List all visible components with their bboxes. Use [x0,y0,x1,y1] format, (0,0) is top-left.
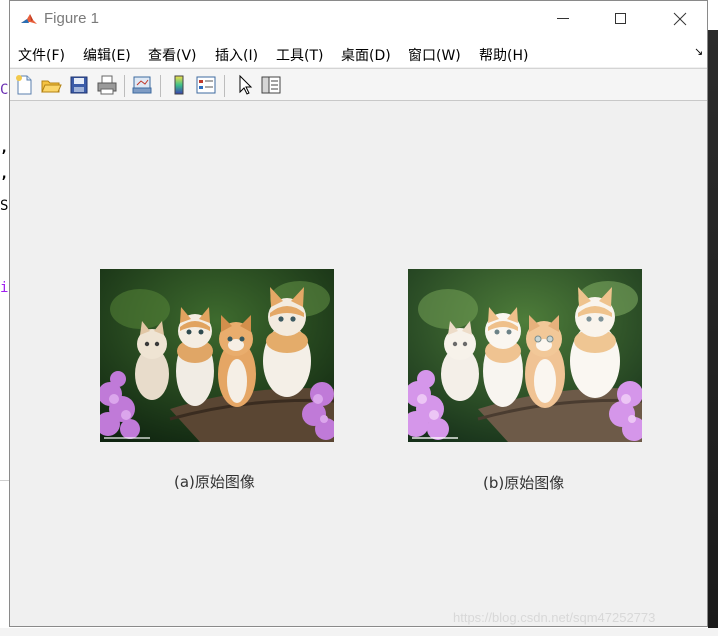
open-file-icon[interactable] [40,74,62,96]
insert-colorbar-icon[interactable] [168,74,190,96]
new-figure-icon[interactable] [13,74,35,96]
toolbar-separator [160,75,161,97]
figure-window: Figure 1 文件(F) 编辑(E) 查看(V) 插入(I) 工具(T) 桌… [9,0,708,627]
close-button[interactable] [668,7,692,31]
kittens-image [100,269,334,442]
window-title: Figure 1 [44,10,100,27]
toolbar-separator [124,75,125,97]
toolbar-separator [224,75,225,97]
title-bar[interactable]: Figure 1 [10,1,707,39]
kittens-image [408,269,642,442]
background-app-strip [708,0,718,636]
property-inspector-icon[interactable] [260,74,282,96]
close-icon [673,12,687,26]
bg-fragment: , [0,140,9,156]
subplot-caption-b: (b)原始图像 [483,474,565,492]
menu-desktop[interactable]: 桌面(D) [341,45,391,65]
bg-fragment: S [0,198,9,214]
insert-legend-icon[interactable] [195,74,217,96]
menu-file[interactable]: 文件(F) [18,45,65,65]
menu-window[interactable]: 窗口(W) [408,45,461,65]
menu-insert[interactable]: 插入(I) [215,45,258,65]
dock-arrow-icon[interactable]: ↘ [694,45,703,58]
subplot-image-processed[interactable] [408,269,642,442]
background-bottom [0,628,718,636]
save-icon[interactable] [68,74,90,96]
menu-bar: 文件(F) 编辑(E) 查看(V) 插入(I) 工具(T) 桌面(D) 窗口(W… [10,39,707,67]
pointer-icon[interactable] [234,74,256,96]
menu-view[interactable]: 查看(V) [148,45,197,65]
matlab-logo-icon [20,11,38,29]
print-icon[interactable] [96,74,118,96]
maximize-icon [615,13,626,24]
subplot-image-original[interactable] [100,269,334,442]
minimize-icon [557,18,569,19]
watermark: https://blog.csdn.net/sqm47252773 [453,610,656,625]
menu-tools[interactable]: 工具(T) [276,45,323,65]
toolbar [10,68,707,101]
figure-canvas[interactable]: (a)原始图像 (b)原始图像 https://blog.csdn.net/sq… [10,101,707,626]
link-plot-icon[interactable] [131,74,153,96]
bg-fragment: i [0,280,9,296]
subplot-caption-a: (a)原始图像 [174,473,255,491]
menu-edit[interactable]: 编辑(E) [83,45,131,65]
menu-help[interactable]: 帮助(H) [479,45,528,65]
bg-fragment: C [0,82,9,98]
bg-fragment: , [0,166,9,182]
minimize-button[interactable] [551,7,575,31]
maximize-button[interactable] [609,7,633,31]
